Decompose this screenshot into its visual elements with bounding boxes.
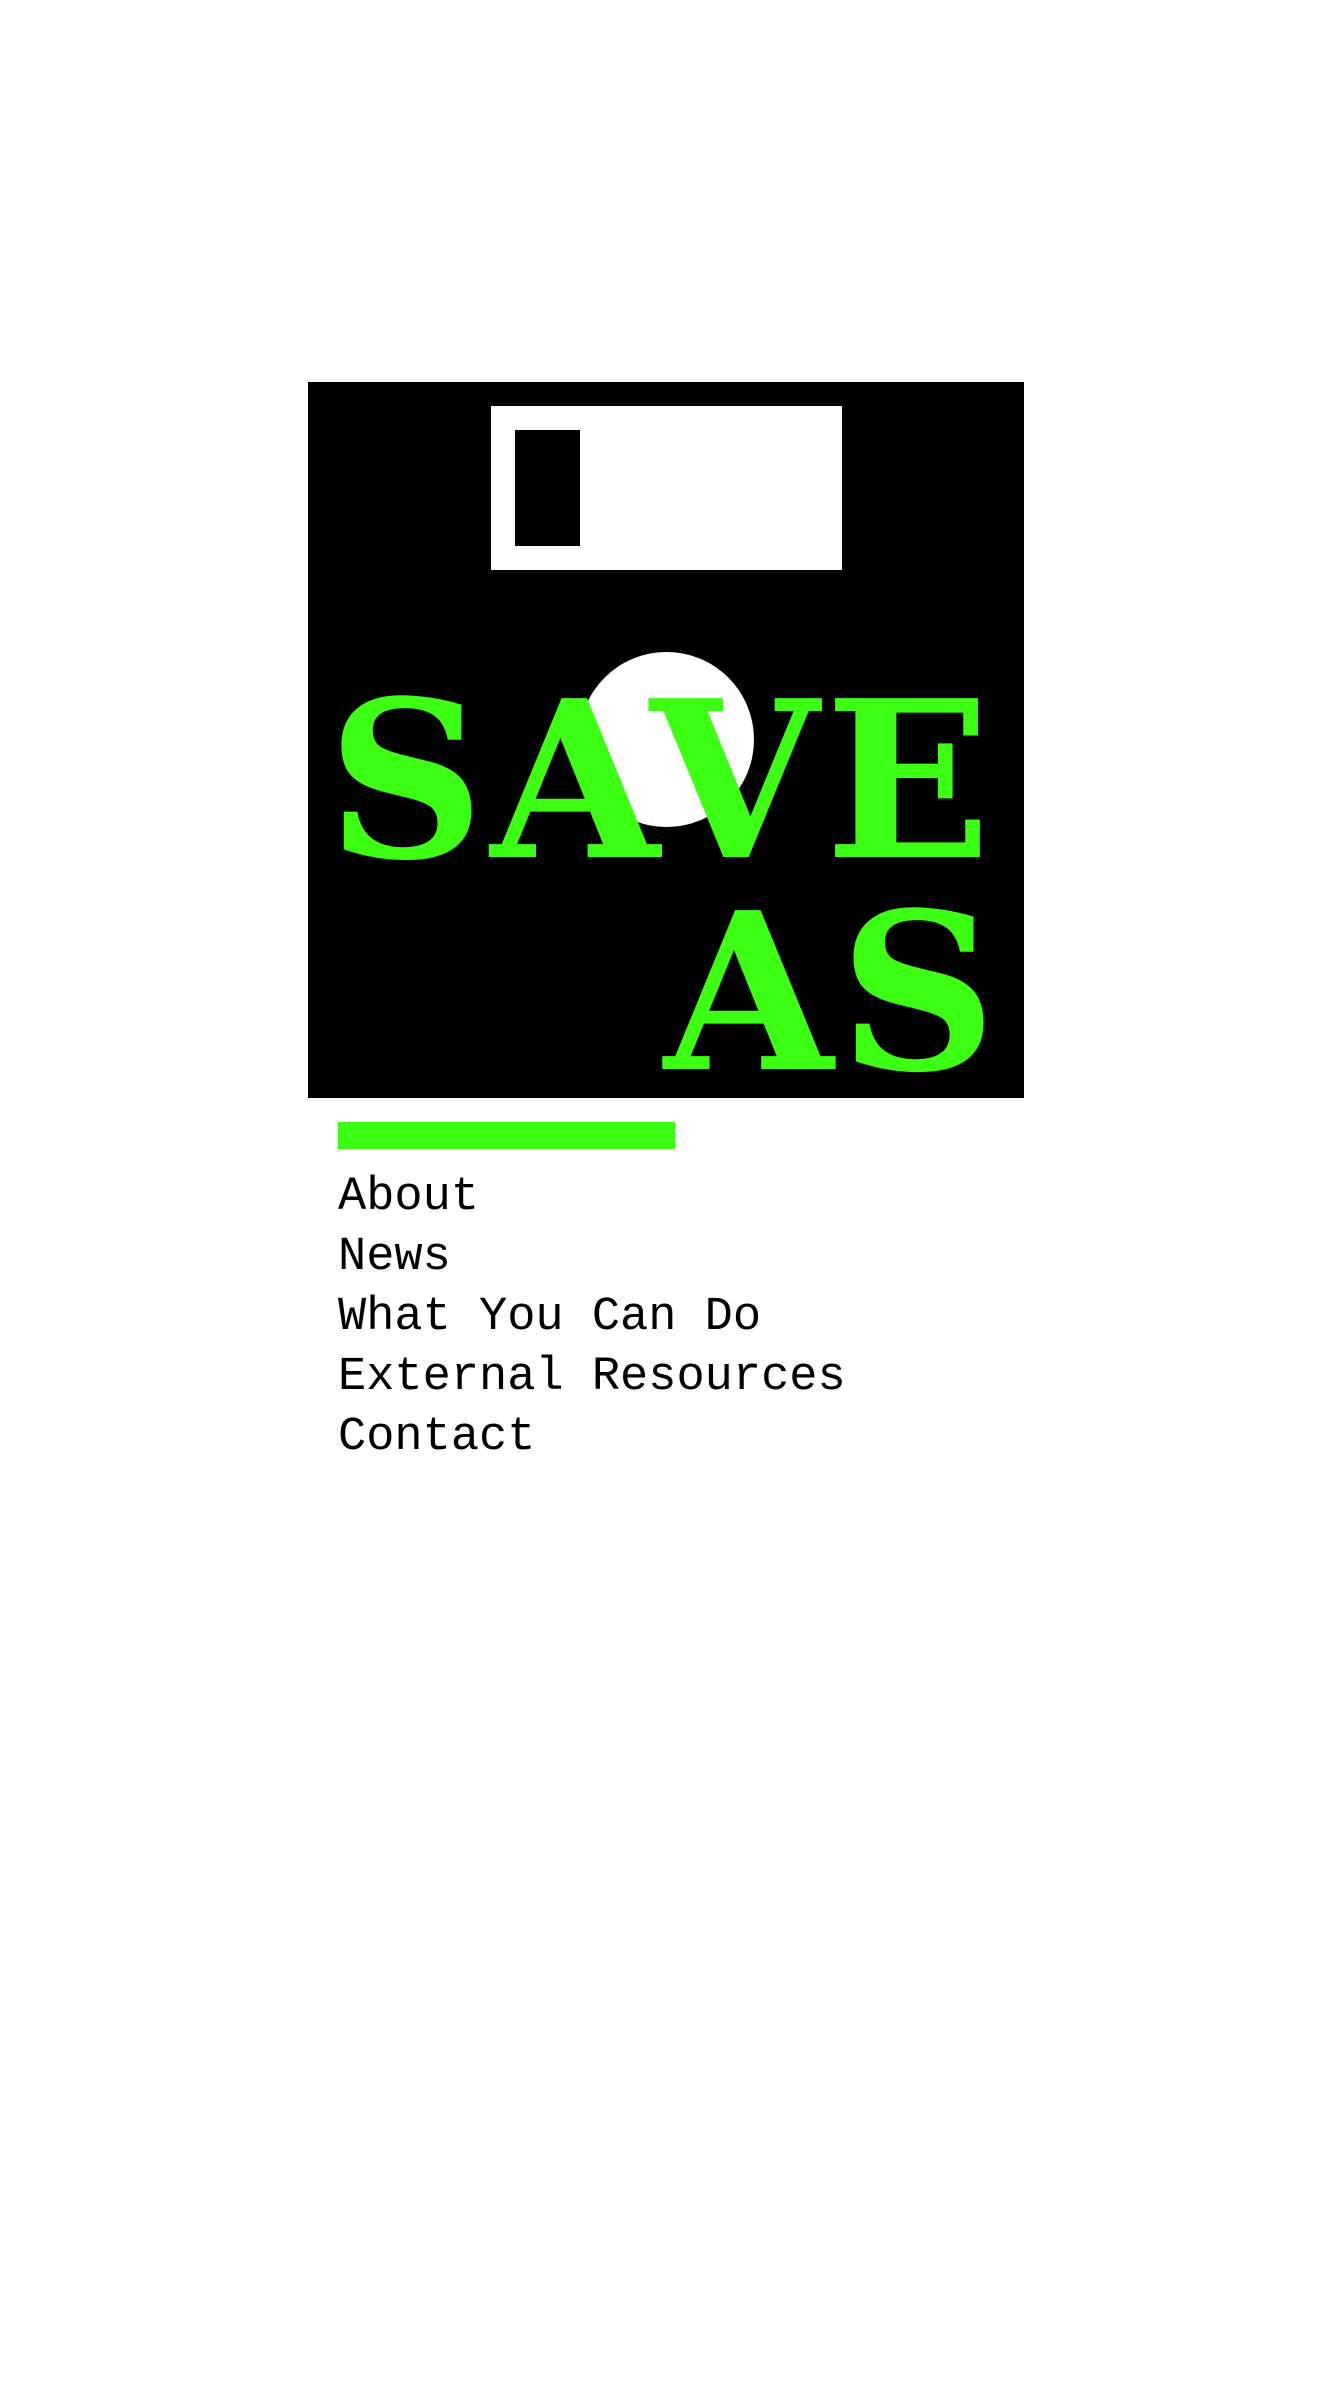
floppy-shutter-slot <box>515 430 580 546</box>
nav-item-what-you-can-do[interactable]: What You Can Do <box>338 1288 1038 1348</box>
logo-text-save: SAVE <box>327 653 998 909</box>
nav-item-contact[interactable]: Contact <box>338 1408 1038 1468</box>
nav-item-about[interactable]: About <box>338 1168 1038 1228</box>
site-logo[interactable]: SAVE AS <box>308 382 1024 1098</box>
nav-item-external-resources[interactable]: External Resources <box>338 1348 1038 1408</box>
nav-item-news[interactable]: News <box>338 1228 1038 1288</box>
logo-text-as: AS <box>664 865 1003 1098</box>
floppy-disk-icon <box>491 406 842 570</box>
main-nav: About News What You Can Do External Reso… <box>338 1168 1038 1468</box>
accent-divider <box>338 1122 675 1149</box>
